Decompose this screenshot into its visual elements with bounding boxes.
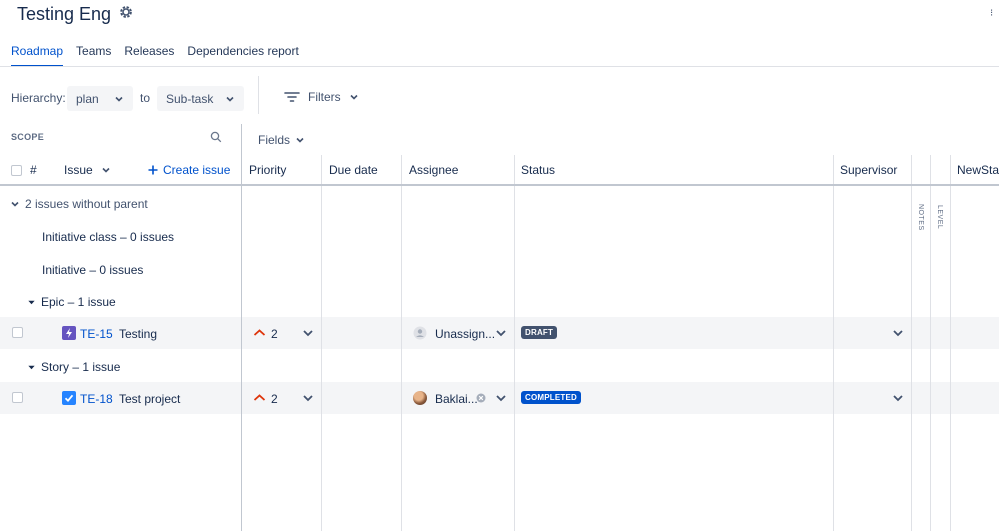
chevron-down-icon <box>11 201 19 207</box>
plus-icon <box>148 165 158 175</box>
fields-button[interactable]: Fields <box>258 133 305 147</box>
avatar <box>413 391 427 405</box>
issue-summary[interactable]: Test project <box>119 392 180 406</box>
search-icon[interactable] <box>210 131 222 143</box>
header-divider <box>0 184 999 186</box>
hierarchy-from-value: plan <box>76 91 99 106</box>
row-checkbox[interactable] <box>12 327 23 338</box>
chevron-down-icon[interactable] <box>495 328 507 338</box>
group-story[interactable]: Story – 1 issue <box>27 360 120 374</box>
chevron-down-icon[interactable] <box>892 328 904 338</box>
status-badge[interactable]: DRAFT <box>521 326 558 339</box>
fields-label: Fields <box>258 133 291 147</box>
priority-value[interactable]: 2 <box>271 327 278 341</box>
column-header-due-date[interactable]: Due date <box>329 163 378 177</box>
story-checkbox-icon <box>62 391 76 405</box>
issue-summary[interactable]: Testing <box>119 327 157 341</box>
select-all-checkbox[interactable] <box>11 165 22 176</box>
hierarchy-to-value: Sub-task <box>166 91 214 106</box>
group-no-parent[interactable]: 2 issues without parent <box>10 197 148 211</box>
status-badge[interactable]: COMPLETED <box>521 391 582 404</box>
chevron-down-icon <box>296 137 304 143</box>
chevron-down-icon <box>102 167 110 173</box>
issue-key[interactable]: TE-18 <box>80 392 113 406</box>
column-divider <box>930 155 931 531</box>
column-header-issue[interactable]: Issue <box>64 163 111 177</box>
create-issue-button[interactable]: Create issue <box>148 163 230 177</box>
level-label: LEVEL <box>936 205 943 230</box>
chevron-down-icon[interactable] <box>302 328 314 338</box>
column-header-issue-label: Issue <box>64 163 93 177</box>
assignee-name[interactable]: Unassign... <box>435 327 495 341</box>
caret-down-icon <box>28 365 35 369</box>
column-header-newstatus[interactable]: NewStat <box>957 163 999 177</box>
filter-icon <box>284 92 300 102</box>
column-header-number: # <box>30 163 37 177</box>
column-header-priority[interactable]: Priority <box>249 163 286 177</box>
group-no-parent-label: 2 issues without parent <box>25 197 148 211</box>
epic-icon <box>62 326 76 340</box>
tabs-divider <box>0 66 999 67</box>
row-checkbox[interactable] <box>12 392 23 403</box>
column-divider <box>321 155 322 531</box>
tab-releases[interactable]: Releases <box>124 44 174 67</box>
tab-roadmap[interactable]: Roadmap <box>11 44 64 67</box>
column-divider <box>833 155 834 531</box>
filters-label: Filters <box>308 90 341 104</box>
chevron-down-icon[interactable] <box>892 393 904 403</box>
issue-key[interactable]: TE-15 <box>80 327 113 341</box>
column-divider <box>514 155 515 531</box>
assignee-name[interactable]: Baklai... <box>435 392 478 406</box>
clear-icon[interactable] <box>476 393 486 403</box>
group-initiative: Initiative – 0 issues <box>42 263 144 277</box>
page-title: Testing Eng <box>17 4 112 24</box>
chevron-down-icon <box>350 94 358 100</box>
chevron-down-icon <box>226 96 234 102</box>
group-epic-label: Epic – 1 issue <box>41 295 116 309</box>
notes-label: NOTES <box>917 204 924 231</box>
chevron-down-icon[interactable] <box>302 393 314 403</box>
gear-icon[interactable] <box>117 3 135 21</box>
toolbar-divider <box>258 76 259 114</box>
filters-button[interactable]: Filters <box>284 90 359 104</box>
create-issue-label: Create issue <box>163 163 231 177</box>
column-divider <box>401 155 402 531</box>
group-story-label: Story – 1 issue <box>41 360 121 374</box>
chevron-down-icon[interactable] <box>495 393 507 403</box>
to-label: to <box>140 91 151 105</box>
hierarchy-label: Hierarchy: <box>11 91 66 105</box>
group-epic[interactable]: Epic – 1 issue <box>27 295 116 309</box>
column-header-assignee[interactable]: Assignee <box>409 163 458 177</box>
chevron-down-icon <box>115 96 123 102</box>
priority-high-icon <box>253 394 266 401</box>
column-divider <box>911 155 912 531</box>
hierarchy-to-select[interactable]: Sub-task <box>157 86 244 111</box>
tab-bar: Roadmap Teams Releases Dependencies repo… <box>11 44 299 67</box>
unassigned-avatar-icon <box>413 326 427 340</box>
priority-high-icon <box>253 329 266 336</box>
column-header-supervisor[interactable]: Supervisor <box>840 163 897 177</box>
priority-value[interactable]: 2 <box>271 392 278 406</box>
scope-label: SCOPE <box>11 132 45 142</box>
column-divider <box>950 155 951 531</box>
column-header-status[interactable]: Status <box>521 163 555 177</box>
tab-dependencies-report[interactable]: Dependencies report <box>187 44 298 67</box>
tab-teams[interactable]: Teams <box>76 44 111 67</box>
caret-down-icon <box>28 300 35 304</box>
hierarchy-from-select[interactable]: plan <box>67 86 133 111</box>
more-icon[interactable]: ⁝ <box>990 8 993 19</box>
group-initiative-class: Initiative class – 0 issues <box>42 230 175 244</box>
